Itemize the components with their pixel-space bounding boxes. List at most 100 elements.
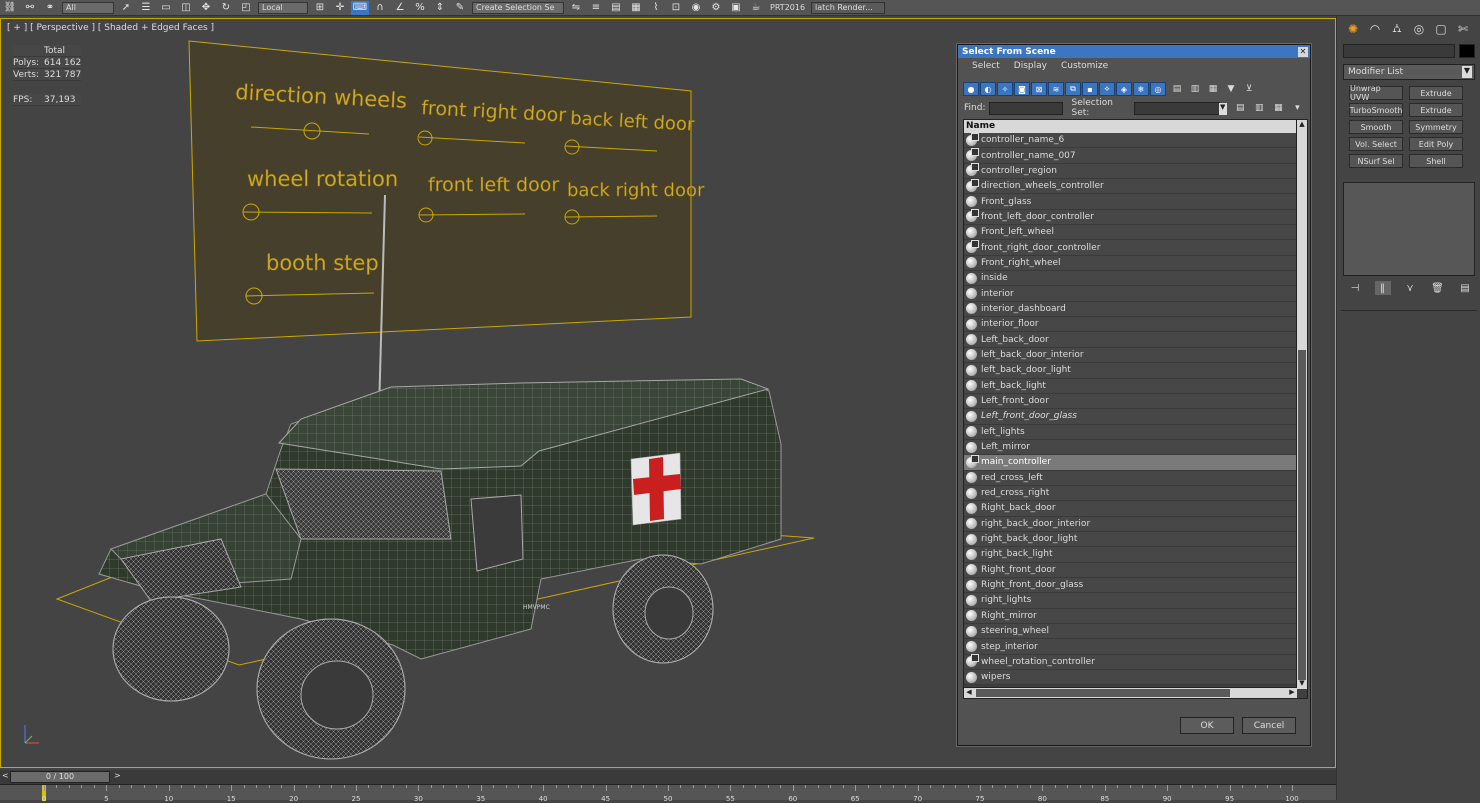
remove-selection-set-icon[interactable]: ▦: [1272, 102, 1285, 115]
selection-set-dropdown[interactable]: ▼: [1133, 101, 1227, 115]
close-icon[interactable]: ✕: [1298, 46, 1308, 57]
list-item[interactable]: direction_wheels_controller: [964, 178, 1297, 195]
create-tab-icon[interactable]: ✺: [1343, 20, 1363, 38]
display-cameras-icon[interactable]: ◙: [1014, 82, 1030, 96]
list-item[interactable]: front_left_door_controller: [964, 209, 1297, 226]
move-icon[interactable]: ✥: [197, 1, 215, 15]
pivot-center-icon[interactable]: ⊞: [311, 1, 329, 15]
prt-label[interactable]: PRT2016: [770, 3, 805, 12]
render-production-icon[interactable]: ☕: [747, 1, 765, 15]
create-selection-set-icon[interactable]: ▤: [1234, 102, 1247, 115]
rotate-icon[interactable]: ↻: [217, 1, 235, 15]
angle-snap-icon[interactable]: ∠: [391, 1, 409, 15]
viewport-label[interactable]: [ + ] [ Perspective ] [ Shaded + Edged F…: [7, 23, 214, 33]
spinner-snap-icon[interactable]: ⇕: [431, 1, 449, 15]
remove-modifier-icon[interactable]: 🗑: [1430, 281, 1446, 295]
list-item[interactable]: main_controller: [964, 454, 1297, 471]
dialog-title-bar[interactable]: Select From Scene ✕: [958, 45, 1310, 58]
configure-modifier-sets-icon[interactable]: ▤: [1457, 281, 1473, 295]
display-frozen-icon[interactable]: ❄: [1133, 82, 1149, 96]
smooth-button[interactable]: Smooth: [1349, 120, 1403, 134]
list-item[interactable]: red_cross_left: [964, 470, 1297, 486]
scroll-up-icon[interactable]: ▲: [1297, 120, 1307, 130]
curve-editor-icon[interactable]: ⌇: [647, 1, 665, 15]
track-bar[interactable]: 0 5 10 15 20 25 30 35 40 45 50 55 60 65 70 75 80 85 90 95 10…: [0, 784, 1336, 803]
menu-display[interactable]: Display: [1014, 61, 1047, 71]
menu-customize[interactable]: Customize: [1061, 61, 1108, 71]
display-groups-icon[interactable]: ⧉: [1065, 82, 1081, 96]
list-item[interactable]: red_cross_right: [964, 485, 1297, 502]
edit-poly-button[interactable]: Edit Poly: [1409, 137, 1463, 151]
mirror-icon[interactable]: ⇋: [567, 1, 585, 15]
display-bones-icon[interactable]: ⟡: [1099, 82, 1115, 96]
object-name-field[interactable]: [1343, 44, 1455, 58]
menu-select[interactable]: Select: [972, 61, 1000, 71]
vertical-scrollbar[interactable]: ▲ ▼: [1296, 120, 1307, 689]
list-item[interactable]: left_back_light: [964, 378, 1297, 394]
hierarchy-tab-icon[interactable]: ⛼: [1387, 20, 1407, 38]
scroll-left-icon[interactable]: ◀: [964, 688, 974, 698]
list-item[interactable]: Right_front_door: [964, 562, 1297, 578]
horizontal-scroll-thumb[interactable]: [976, 689, 1230, 697]
modify-tab-icon[interactable]: ◠: [1365, 20, 1385, 38]
list-item[interactable]: inside: [964, 271, 1297, 287]
list-item[interactable]: left_back_door_interior: [964, 347, 1297, 364]
layer-manager-icon[interactable]: ▤: [607, 1, 625, 15]
ok-button[interactable]: OK: [1180, 717, 1234, 734]
scroll-down-icon[interactable]: ▼: [1297, 679, 1307, 689]
next-frame-icon[interactable]: >: [114, 771, 121, 780]
link-icon[interactable]: ⛓: [1, 1, 19, 15]
extrude-button[interactable]: Extrude: [1409, 86, 1463, 100]
list-item[interactable]: controller_name_007: [964, 148, 1297, 164]
display-space-warps-icon[interactable]: ≋: [1048, 82, 1064, 96]
window-crossing-icon[interactable]: ◫: [177, 1, 195, 15]
column-header-name[interactable]: Name: [964, 120, 1297, 133]
display-geometry-icon[interactable]: ●: [963, 82, 979, 96]
reference-coordinate-dropdown[interactable]: Local: [258, 1, 308, 14]
horizontal-scrollbar[interactable]: ◀ ▶: [964, 687, 1297, 698]
edit-named-selection-icon[interactable]: ✎: [451, 1, 469, 15]
vertical-scroll-thumb[interactable]: [1298, 350, 1306, 680]
display-containers-icon[interactable]: ◈: [1116, 82, 1132, 96]
material-editor-icon[interactable]: ◉: [687, 1, 705, 15]
utilities-tab-icon[interactable]: ✄: [1453, 20, 1473, 38]
list-item[interactable]: Left_mirror: [964, 439, 1297, 456]
make-unique-icon[interactable]: ⋎: [1402, 281, 1418, 295]
object-color-swatch[interactable]: [1459, 44, 1475, 58]
display-hidden-icon[interactable]: ◎: [1150, 82, 1166, 96]
display-xrefs-icon[interactable]: ▪: [1082, 82, 1098, 96]
object-list-body[interactable]: controller_name_6 controller_name_007 cont…: [964, 133, 1297, 689]
list-item[interactable]: left_back_door_light: [964, 363, 1297, 379]
selection-filter-dropdown[interactable]: All: [62, 1, 114, 14]
graphite-ribbon-icon[interactable]: ▦: [627, 1, 645, 15]
list-item[interactable]: right_back_door_interior: [964, 516, 1297, 532]
select-object-icon[interactable]: ➚: [117, 1, 135, 15]
select-by-name-icon[interactable]: ☰: [137, 1, 155, 15]
named-selection-dropdown[interactable]: Create Selection Se: [472, 1, 564, 14]
scene-object-list[interactable]: Name controller_name_6 controller_name_00…: [963, 119, 1308, 699]
nsurf-sel-button[interactable]: NSurf Sel: [1349, 154, 1403, 168]
select-none-icon[interactable]: ▥: [1187, 82, 1203, 96]
list-item[interactable]: Left_back_door: [964, 332, 1297, 348]
list-item[interactable]: wheel_rotation_controller: [964, 654, 1297, 671]
turbosmooth-button[interactable]: TurboSmooth: [1349, 103, 1403, 117]
bind-space-warp-icon[interactable]: ⚭: [41, 1, 59, 15]
filter-options-icon[interactable]: ⊻: [1241, 82, 1257, 96]
list-item[interactable]: Front_left_wheel: [964, 225, 1297, 241]
schematic-view-icon[interactable]: ⊡: [667, 1, 685, 15]
motion-tab-icon[interactable]: ◎: [1409, 20, 1429, 38]
list-item[interactable]: step_interior: [964, 639, 1297, 655]
cancel-button[interactable]: Cancel: [1242, 717, 1296, 734]
display-tab-icon[interactable]: ▢: [1431, 20, 1451, 38]
options-arrow-icon[interactable]: ▾: [1291, 102, 1304, 115]
list-item[interactable]: right_lights: [964, 593, 1297, 609]
unlink-icon[interactable]: ⚯: [21, 1, 39, 15]
extrude-button-2[interactable]: Extrude: [1409, 103, 1463, 117]
list-item[interactable]: Left_front_door: [964, 393, 1297, 410]
time-slider[interactable]: 0 / 100: [10, 771, 110, 783]
ambulance-model[interactable]: HMVPMC: [98, 378, 782, 760]
list-item[interactable]: wipers: [964, 670, 1297, 686]
batch-render-button[interactable]: latch Render...: [811, 1, 886, 14]
list-item[interactable]: Right_back_door: [964, 501, 1297, 517]
display-shapes-icon[interactable]: ◐: [980, 82, 996, 96]
